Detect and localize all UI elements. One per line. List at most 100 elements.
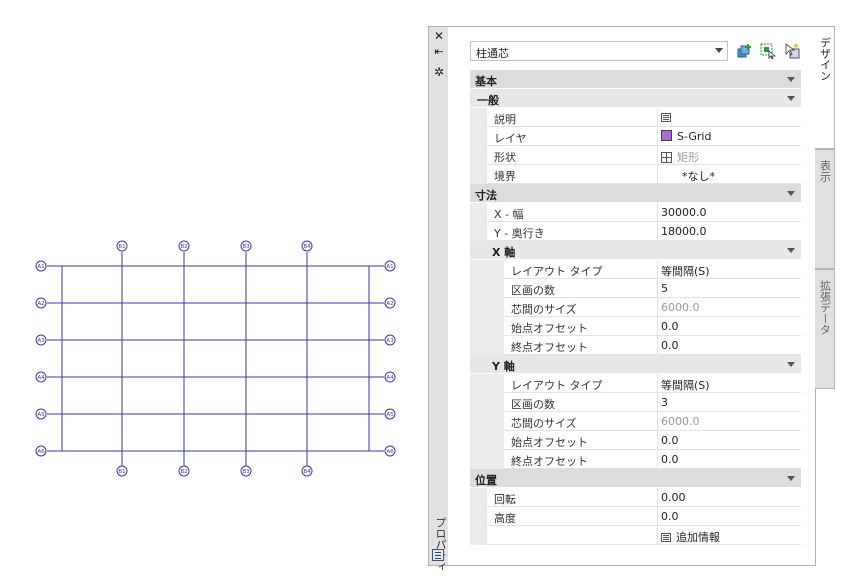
grid-bubble-top-label: B4 bbox=[303, 244, 311, 250]
category-basic[interactable]: 基本 bbox=[470, 70, 801, 89]
grid-bubble-bottom-label: B3 bbox=[242, 469, 250, 475]
chevron-down-icon bbox=[787, 191, 795, 196]
additional-info-button[interactable]: 追加情報 bbox=[661, 529, 720, 545]
property-value[interactable]: 3 bbox=[661, 396, 668, 409]
category-label: X 軸 bbox=[492, 246, 516, 259]
tab-display[interactable]: 表示 bbox=[815, 149, 835, 269]
property-row[interactable]: 終点オフセット 0.0 bbox=[470, 450, 801, 469]
property-row[interactable]: レイアウト タイプ 等間隔(S) bbox=[470, 374, 801, 393]
chevron-down-icon bbox=[787, 362, 795, 367]
grid-bubble-right-label: A6 bbox=[386, 449, 394, 455]
property-value[interactable]: 矩形 bbox=[661, 149, 699, 165]
grid-bubble-right-label: A3 bbox=[386, 338, 394, 344]
category-dimensions[interactable]: 寸法 bbox=[470, 184, 801, 203]
grid-shape-icon bbox=[661, 152, 672, 163]
drawing-area[interactable]: B1 B2 B3 B4 B1 B2 B3 B4 A1 A2 A3 A4 A5 A6 A1 A2 A3 A4 A5 A6 bbox=[0, 0, 420, 579]
property-name: 区画の数 bbox=[511, 284, 555, 297]
close-icon[interactable]: ✕ bbox=[431, 29, 447, 43]
chevron-down-icon bbox=[787, 96, 795, 101]
pick-add-icon[interactable] bbox=[784, 43, 800, 59]
column-grid-drawing[interactable]: B1 B2 B3 B4 B1 B2 B3 B4 A1 A2 A3 A4 A5 A6 A1 A2 A3 A4 A5 A6 bbox=[0, 0, 420, 579]
grid-bubble-left-label: A2 bbox=[37, 301, 44, 307]
property-name: レイヤ bbox=[494, 132, 527, 145]
property-name: レイアウト タイプ bbox=[511, 379, 603, 392]
property-name: 説明 bbox=[494, 113, 516, 126]
property-name: 高度 bbox=[494, 512, 516, 525]
property-value[interactable]: 0.0 bbox=[661, 320, 679, 333]
description-icon[interactable] bbox=[661, 113, 671, 122]
chevron-down-icon bbox=[787, 77, 795, 82]
property-value[interactable]: 5 bbox=[661, 282, 668, 295]
property-row[interactable]: 説明 bbox=[470, 108, 801, 127]
chevron-down-icon bbox=[787, 476, 795, 481]
property-grid: 基本 一般 説明 レイヤ S-Grid 形状 矩形 境界 *なし* 寸法 X -… bbox=[470, 70, 801, 545]
property-row[interactable]: 区画の数 3 bbox=[470, 393, 801, 412]
property-row[interactable]: 回転 0.00 bbox=[470, 488, 801, 507]
palette-title: プロパティ bbox=[434, 517, 447, 572]
grid-bubble-left-label: A4 bbox=[37, 375, 45, 381]
property-row[interactable]: 芯間のサイズ 6000.0 bbox=[470, 298, 801, 317]
design-tab-content: 柱通芯 基本 一般 説明 レイヤ S-Grid 形状 矩形 境界 *なし* 寸法… bbox=[448, 27, 815, 565]
grid-bubble-right-label: A4 bbox=[386, 375, 394, 381]
grid-bubble-bottom-label: B4 bbox=[303, 469, 311, 475]
property-value[interactable]: S-Grid bbox=[661, 130, 711, 143]
property-value[interactable]: 等間隔(S) bbox=[661, 377, 710, 393]
property-value[interactable]: *なし* bbox=[682, 168, 715, 184]
auto-hide-icon[interactable]: ⇤ bbox=[431, 45, 447, 59]
property-row[interactable]: 始点オフセット 0.0 bbox=[470, 317, 801, 336]
property-name: レイアウト タイプ bbox=[511, 265, 603, 278]
property-value: 6000.0 bbox=[661, 415, 700, 428]
property-row[interactable]: Y - 奥行き 18000.0 bbox=[470, 222, 801, 241]
tab-extended-data[interactable]: 拡張データ bbox=[815, 269, 835, 389]
property-name: 始点オフセット bbox=[511, 322, 588, 335]
category-x-axis[interactable]: X 軸 bbox=[470, 241, 801, 260]
grid-bubble-left-label: A5 bbox=[37, 412, 45, 418]
property-name: 芯間のサイズ bbox=[511, 303, 577, 316]
property-row[interactable]: 終点オフセット 0.0 bbox=[470, 336, 801, 355]
property-row[interactable]: レイアウト タイプ 等間隔(S) bbox=[470, 260, 801, 279]
category-location[interactable]: 位置 bbox=[470, 469, 801, 488]
category-general[interactable]: 一般 bbox=[470, 89, 801, 108]
select-objects-icon[interactable] bbox=[760, 43, 776, 59]
grid-bubble-top-label: B1 bbox=[118, 244, 125, 250]
style-select-value: 柱通芯 bbox=[476, 47, 509, 60]
property-name: 終点オフセット bbox=[511, 455, 588, 468]
property-name: 回転 bbox=[494, 493, 516, 506]
tab-design[interactable]: デザイン bbox=[815, 26, 835, 149]
property-value[interactable]: 30000.0 bbox=[661, 206, 707, 219]
property-row[interactable]: レイヤ S-Grid bbox=[470, 127, 801, 146]
grid-bubble-right-label: A5 bbox=[386, 412, 394, 418]
style-select[interactable]: 柱通芯 bbox=[470, 41, 728, 61]
grid-bubble-left-label: A6 bbox=[37, 449, 45, 455]
category-label: Y 軸 bbox=[492, 360, 515, 373]
property-row[interactable]: 高度 0.0 bbox=[470, 507, 801, 526]
palette-settings-icon[interactable]: ✲ bbox=[431, 65, 447, 79]
property-value[interactable]: 等間隔(S) bbox=[661, 263, 710, 279]
category-y-axis[interactable]: Y 軸 bbox=[470, 355, 801, 374]
property-name: 境界 bbox=[494, 170, 516, 183]
quick-select-icon[interactable] bbox=[432, 549, 444, 561]
grid-bubble-right-label: A2 bbox=[386, 301, 393, 307]
property-row[interactable]: 形状 矩形 bbox=[470, 146, 801, 165]
property-value[interactable]: 0.0 bbox=[661, 434, 679, 447]
property-value[interactable]: 18000.0 bbox=[661, 225, 707, 238]
property-row[interactable]: 追加情報 bbox=[470, 526, 801, 545]
property-value: 6000.0 bbox=[661, 301, 700, 314]
property-value[interactable]: 0.0 bbox=[661, 453, 679, 466]
property-row[interactable]: 境界 *なし* bbox=[470, 165, 801, 184]
property-row[interactable]: 芯間のサイズ 6000.0 bbox=[470, 412, 801, 431]
grid-bubble-top-label: B2 bbox=[180, 244, 187, 250]
palette-titlebar[interactable]: ✕ ⇤ ✲ プロパティ bbox=[429, 27, 449, 572]
category-label: 一般 bbox=[477, 94, 499, 107]
grid-bubble-bottom-label: B2 bbox=[180, 469, 187, 475]
property-value[interactable]: 0.00 bbox=[661, 491, 686, 504]
property-value[interactable]: 0.0 bbox=[661, 510, 679, 523]
property-value[interactable] bbox=[661, 111, 676, 124]
grid-boundary bbox=[61, 265, 370, 452]
property-row[interactable]: 始点オフセット 0.0 bbox=[470, 431, 801, 450]
property-value[interactable]: 0.0 bbox=[661, 339, 679, 352]
add-style-icon[interactable] bbox=[737, 43, 753, 59]
property-name: 始点オフセット bbox=[511, 436, 588, 449]
property-row[interactable]: 区画の数 5 bbox=[470, 279, 801, 298]
property-row[interactable]: X - 幅 30000.0 bbox=[470, 203, 801, 222]
